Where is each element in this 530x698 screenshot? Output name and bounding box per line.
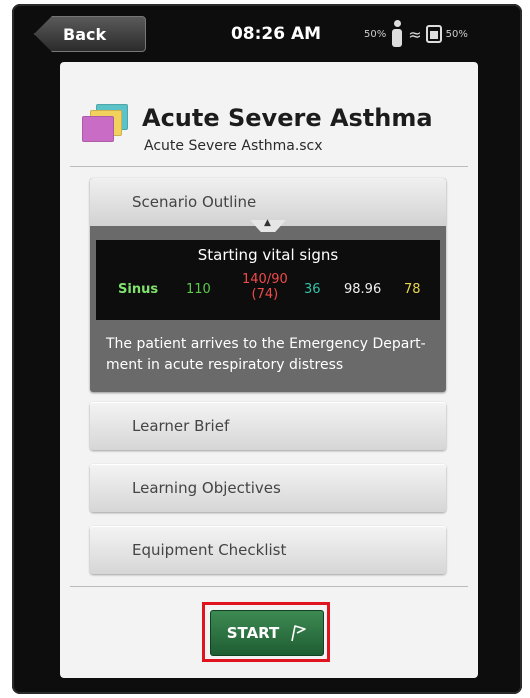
vitals-title: Starting vital signs xyxy=(197,246,339,264)
device-frame: Back 08:26 AM 50% ≈ 50% Acute Severe Ast… xyxy=(12,4,522,694)
wifi-icon: ≈ xyxy=(408,24,422,44)
battery-percent-left: 50% xyxy=(364,28,387,40)
battery-percent-right: 50% xyxy=(445,28,468,40)
vital-rhythm: Sinus xyxy=(118,282,159,297)
scenario-header: Acute Severe Asthma Acute Severe Asthma.… xyxy=(60,78,478,158)
scenario-outline-section: Scenario Outline ▲ Starting vital signs … xyxy=(90,178,446,392)
scenario-panel: Acute Severe Asthma Acute Severe Asthma.… xyxy=(60,62,478,678)
learning-objectives-button[interactable]: Learning Objectives xyxy=(90,464,446,512)
chevron-up-icon: ▲ xyxy=(264,218,271,228)
status-bar: Back 08:26 AM 50% ≈ 50% xyxy=(26,12,510,56)
vital-spo2: 78 xyxy=(404,282,421,297)
scenario-title: Acute Severe Asthma xyxy=(142,104,433,132)
clock: 08:26 AM xyxy=(230,24,322,44)
equipment-checklist-button[interactable]: Equipment Checklist xyxy=(90,526,446,574)
flag-icon xyxy=(291,625,307,642)
vital-temperature: 98.96 xyxy=(344,282,382,297)
scenario-stack-icon xyxy=(82,104,128,142)
status-icons: 50% ≈ 50% xyxy=(364,16,468,52)
vital-respiration: 36 xyxy=(304,282,321,297)
scenario-filename: Acute Severe Asthma.scx xyxy=(144,138,323,154)
person-icon xyxy=(390,20,404,48)
battery-icon xyxy=(425,25,442,43)
learner-brief-button[interactable]: Learner Brief xyxy=(90,402,446,450)
vital-signs-panel: Starting vital signs Sinus 110 140/90 (7… xyxy=(96,240,440,320)
header-divider xyxy=(70,166,468,167)
back-button[interactable]: Back xyxy=(34,16,146,52)
vital-bp-value: 140/90 xyxy=(242,272,288,287)
vital-map-value: (74) xyxy=(251,287,279,302)
start-label: START xyxy=(226,624,280,642)
scenario-outline-text: The patient arrives to the Emergency Dep… xyxy=(106,336,426,373)
start-button[interactable]: START xyxy=(210,610,324,656)
vital-heart-rate: 110 xyxy=(186,282,211,297)
footer-divider xyxy=(70,586,468,587)
vital-blood-pressure: 140/90 (74) xyxy=(242,272,288,302)
